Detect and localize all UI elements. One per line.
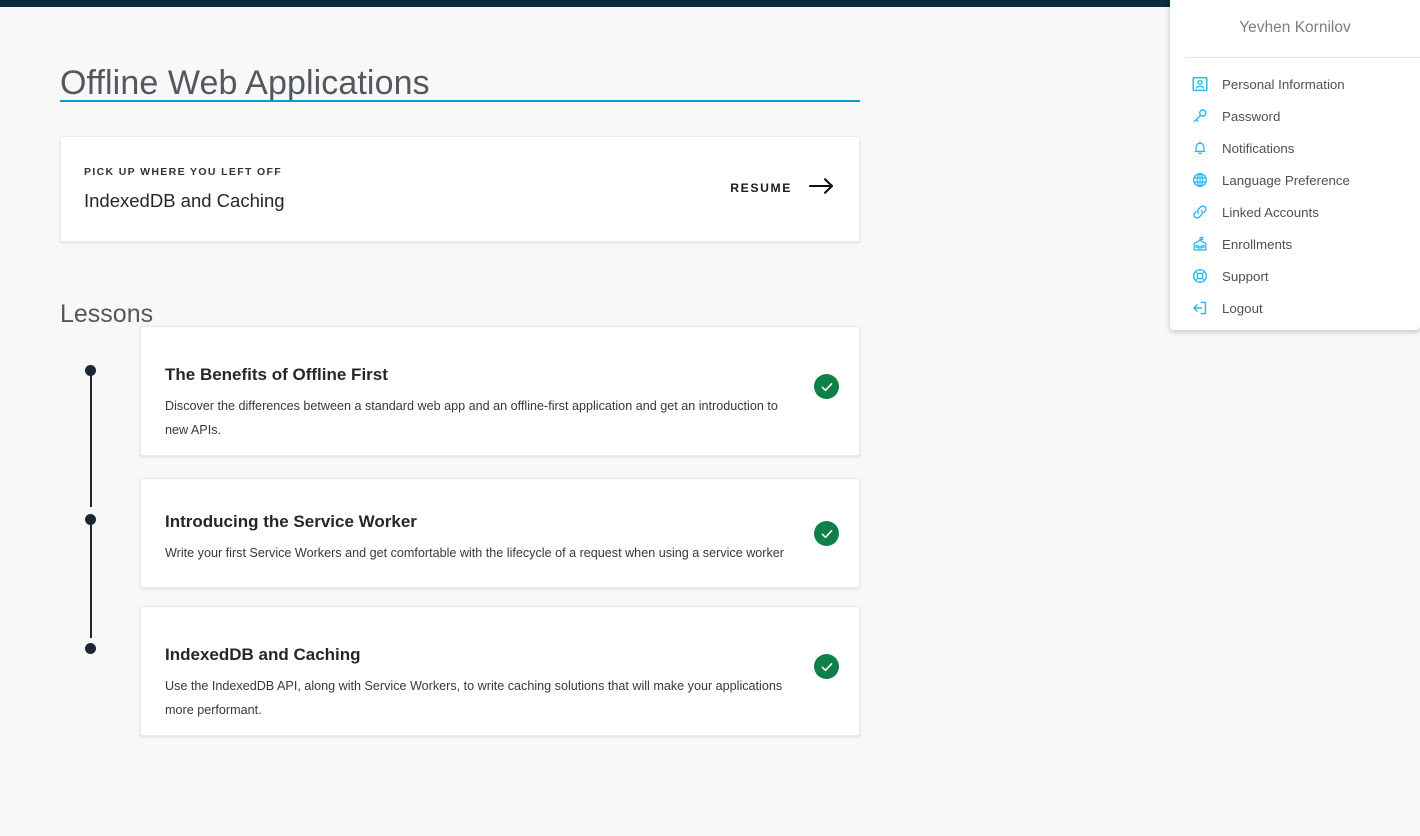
lessons-heading: Lessons [60,299,154,328]
account-menu-list: Personal Information Password Notificati… [1170,68,1420,324]
lifebuoy-icon [1190,266,1210,286]
account-panel-divider [1186,57,1420,58]
menu-item-support[interactable]: Support [1170,260,1420,292]
account-user-name: Yevhen Kornilov [1239,19,1351,36]
resume-lesson-title: IndexedDB and Caching [84,190,285,211]
id-card-icon [1190,74,1210,94]
menu-item-language-preference[interactable]: Language Preference [1170,164,1420,196]
menu-item-label: Notifications [1222,140,1295,156]
timeline-segment [90,524,92,638]
title-underline-rule [60,100,860,102]
menu-item-label: Personal Information [1222,76,1345,92]
lesson-description: Use the IndexedDB API, along with Servic… [165,679,783,717]
main-content: Offline Web Applications PICK UP WHERE Y… [0,7,1170,836]
key-icon [1190,106,1210,126]
lesson-title: IndexedDB and Caching [165,645,361,664]
lesson-card[interactable]: IndexedDB and Caching Use the IndexedDB … [140,606,860,736]
menu-item-label: Support [1222,268,1269,284]
menu-item-personal-information[interactable]: Personal Information [1170,68,1420,100]
check-circle-icon [814,521,839,546]
check-circle-icon [814,654,839,679]
lesson-description: Write your first Service Workers and get… [165,546,784,560]
resume-card[interactable]: PICK UP WHERE YOU LEFT OFF IndexedDB and… [60,136,860,242]
page-title: Offline Web Applications [60,63,430,102]
menu-item-label: Enrollments [1222,236,1293,252]
timeline-dot [85,643,96,654]
menu-item-logout[interactable]: Logout [1170,292,1420,324]
link-icon [1190,202,1210,222]
arrow-right-icon [808,177,835,198]
lesson-title: The Benefits of Offline First [165,365,388,384]
school-icon [1190,234,1210,254]
menu-item-notifications[interactable]: Notifications [1170,132,1420,164]
menu-item-enrollments[interactable]: Enrollments [1170,228,1420,260]
lesson-title: Introducing the Service Worker [165,512,417,531]
resume-button[interactable]: RESUME [730,177,835,198]
lesson-card[interactable]: Introducing the Service Worker Write you… [140,478,860,588]
bell-icon [1190,138,1210,158]
top-navigation-bar [0,0,1170,7]
resume-eyebrow-label: PICK UP WHERE YOU LEFT OFF [84,166,283,178]
account-dropdown-panel: Yevhen Kornilov Personal Information Pas… [1170,0,1420,330]
timeline-dot [85,365,96,376]
logout-icon [1190,298,1210,318]
lesson-description: Discover the differences between a stand… [165,399,778,437]
timeline-segment [90,375,92,507]
menu-item-label: Linked Accounts [1222,204,1319,220]
check-circle-icon [814,374,839,399]
globe-icon [1190,170,1210,190]
menu-item-label: Logout [1222,300,1263,316]
lesson-progress-timeline [85,359,97,659]
menu-item-label: Language Preference [1222,172,1350,188]
menu-item-label: Password [1222,108,1281,124]
timeline-dot [85,514,96,525]
menu-item-linked-accounts[interactable]: Linked Accounts [1170,196,1420,228]
lesson-card[interactable]: The Benefits of Offline First Discover t… [140,326,860,456]
menu-item-password[interactable]: Password [1170,100,1420,132]
resume-button-label: RESUME [730,180,792,195]
